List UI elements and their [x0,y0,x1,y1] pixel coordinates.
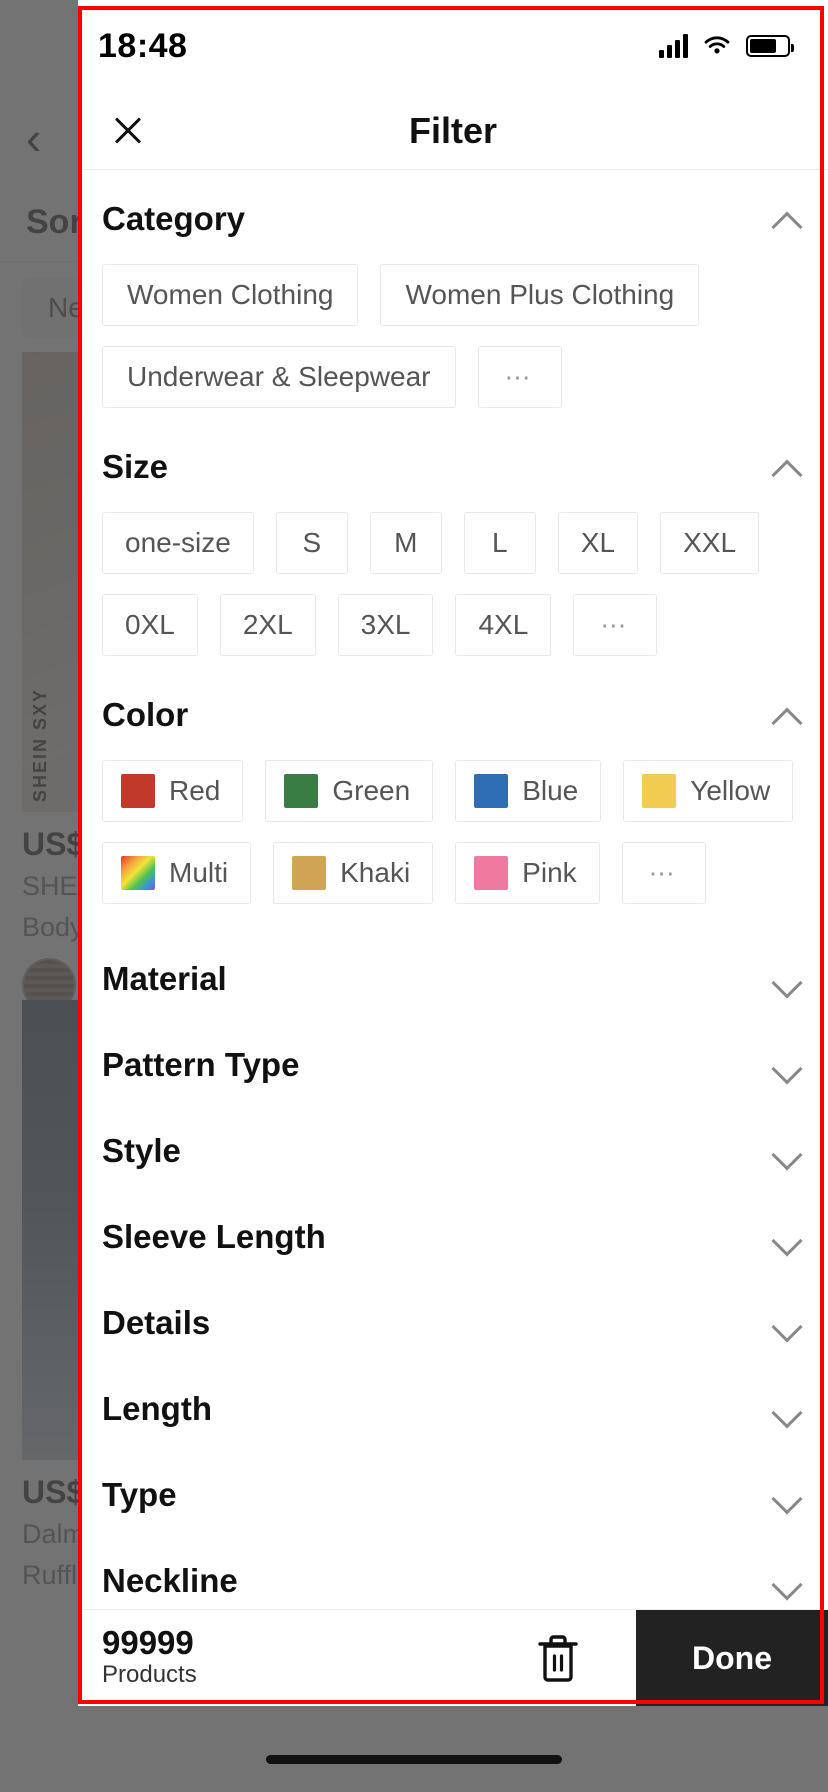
color-swatch-icon [284,774,319,808]
size-chip[interactable]: XL [557,512,639,574]
filter-section-category: Category Women Clothing Women Plus Cloth… [102,170,804,418]
collapsed-sections: Material Pattern Type Style Sleeve Lengt… [102,914,804,1609]
home-indicator[interactable] [266,1755,562,1764]
size-chip[interactable]: 0XL [102,594,198,656]
color-chip[interactable]: Yellow [623,760,794,822]
section-header-size[interactable]: Size [102,440,804,490]
section-header-color[interactable]: Color [102,688,804,738]
chevron-down-icon[interactable] [770,962,804,996]
color-chip[interactable]: Blue [455,760,602,822]
size-chip[interactable]: 2XL [219,594,316,656]
signal-bars-icon [659,34,688,58]
section-title: Details [102,1304,211,1341]
filter-section-size: Size one-size S M L XL XXL 0XL 2XL 3XL 4… [102,418,804,666]
filter-sections-scroll[interactable]: Category Women Clothing Women Plus Cloth… [78,170,828,1609]
color-swatch-icon [642,774,677,808]
color-chip-label: Yellow [690,775,771,806]
status-bar: 18:48 [78,0,828,92]
size-chip[interactable]: one-size [102,512,254,574]
color-options: Red Green Blue Yellow Multi Khaki Pink ⋯ [102,738,804,914]
section-title: Style [102,1132,181,1169]
category-chip[interactable]: Underwear & Sleepwear [102,346,456,408]
section-header-length[interactable]: Length [102,1366,804,1452]
section-title: Category [102,200,246,237]
color-swatch-icon [121,774,155,808]
chevron-down-icon[interactable] [770,1306,804,1340]
size-chip[interactable]: 3XL [337,594,434,656]
color-swatch-icon [474,774,509,808]
color-chip-label: Green [332,775,411,806]
filter-section-color: Color Red Green Blue Yellow Multi Khaki … [102,666,804,914]
section-header-category[interactable]: Category [102,192,804,242]
chevron-up-icon[interactable] [770,202,804,236]
color-chip-label: Blue [522,775,579,806]
section-header-details[interactable]: Details [102,1280,804,1366]
category-options: Women Clothing Women Plus Clothing Under… [102,242,804,418]
color-chip[interactable]: Multi [102,842,252,904]
section-title: Size [102,448,169,485]
size-chip[interactable]: 4XL [455,594,552,656]
color-more-chip[interactable]: ⋯ [621,842,706,904]
chevron-down-icon[interactable] [770,1478,804,1512]
done-button-label: Done [692,1639,772,1676]
chevron-up-icon[interactable] [770,698,804,732]
size-chip[interactable]: XXL [660,512,760,574]
color-swatch-icon [292,856,327,890]
color-chip-label: Red [169,775,221,806]
color-chip[interactable]: Pink [455,842,600,904]
chevron-down-icon[interactable] [770,1048,804,1082]
section-title: Length [102,1390,212,1427]
chevron-down-icon[interactable] [770,1392,804,1426]
modal-footer: 99999 Products Done [78,1609,828,1706]
section-title: Type [102,1476,177,1513]
result-count-label: Products [102,1660,197,1688]
chevron-down-icon[interactable] [770,1134,804,1168]
section-title: Color [102,696,189,733]
section-header-type[interactable]: Type [102,1452,804,1538]
section-title: Neckline [102,1562,238,1599]
screen: ‹ Sort New SHEIN SXY US$1 SHEIN Bodyc US… [0,0,828,1792]
section-header-sleeve-length[interactable]: Sleeve Length [102,1194,804,1280]
filter-modal: 18:48 Filter Category Women Clothing Wom… [78,0,828,1706]
chevron-up-icon[interactable] [770,450,804,484]
category-more-chip[interactable]: ⋯ [477,346,562,408]
status-bar-icons [659,34,794,58]
category-chip[interactable]: Women Plus Clothing [380,264,700,326]
size-options: one-size S M L XL XXL 0XL 2XL 3XL 4XL ⋯ [102,490,804,666]
color-swatch-icon [121,856,155,890]
trash-icon[interactable] [532,1630,584,1686]
battery-icon [746,35,794,57]
size-chip[interactable]: S [275,512,348,574]
done-button[interactable]: Done [636,1610,828,1706]
section-header-style[interactable]: Style [102,1108,804,1194]
color-chip-label: Multi [169,857,229,888]
size-chip[interactable]: L [463,512,536,574]
category-chip[interactable]: Women Clothing [102,264,359,326]
page-title: Filter [408,109,497,151]
section-title: Sleeve Length [102,1218,326,1255]
modal-header: Filter [78,92,828,170]
color-chip[interactable]: Green [265,760,434,822]
section-header-neckline[interactable]: Neckline [102,1538,804,1609]
color-chip[interactable]: Khaki [273,842,434,904]
section-header-pattern-type[interactable]: Pattern Type [102,1022,804,1108]
section-title: Material [102,960,227,997]
color-chip-label: Khaki [340,857,411,888]
result-count: 99999 Products [102,1626,532,1689]
chevron-down-icon[interactable] [770,1564,804,1598]
close-icon[interactable] [102,105,154,157]
color-chip-label: Pink [522,857,577,888]
status-bar-clock: 18:48 [98,26,188,65]
section-header-material[interactable]: Material [102,936,804,1022]
result-count-number: 99999 [102,1624,194,1662]
chevron-down-icon[interactable] [770,1220,804,1254]
size-chip[interactable]: M [369,512,442,574]
color-chip[interactable]: Red [102,760,244,822]
section-title: Pattern Type [102,1046,300,1083]
color-swatch-icon [474,856,509,890]
wifi-icon [704,36,730,54]
size-more-chip[interactable]: ⋯ [573,594,658,656]
